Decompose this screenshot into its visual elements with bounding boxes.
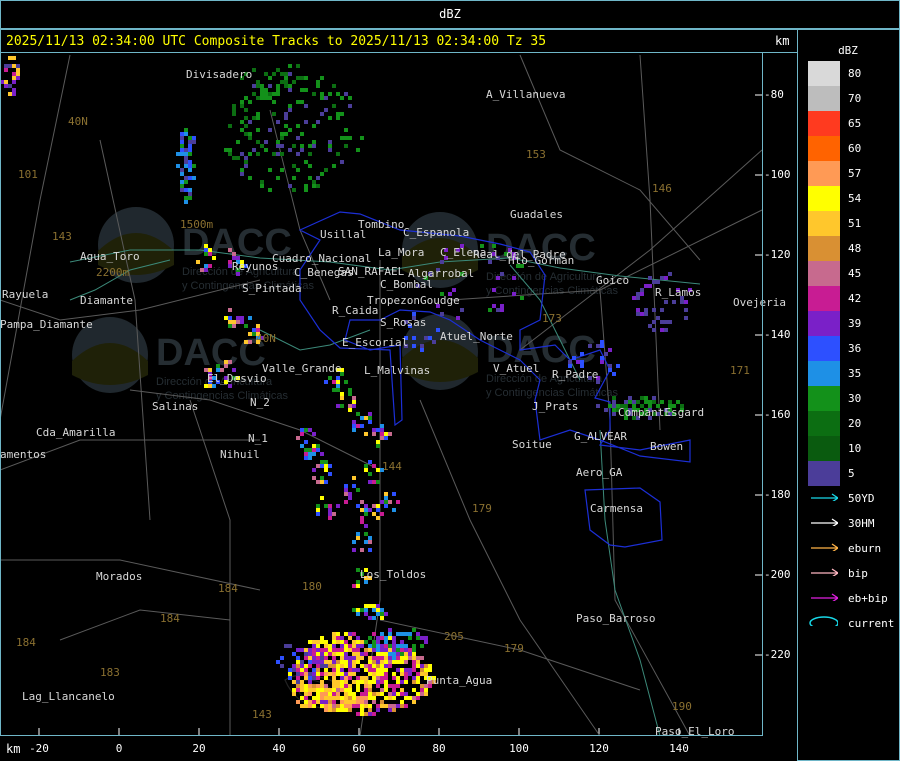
track-swatch-eburn bbox=[811, 543, 838, 551]
legend-swatch-60 bbox=[808, 136, 840, 161]
track-swatch-ebbip bbox=[811, 593, 838, 601]
track-swatch-30HM bbox=[811, 518, 838, 526]
x-tick-label: 80 bbox=[432, 742, 446, 755]
y-tick-label: -120 bbox=[764, 248, 791, 261]
legend-swatch-20 bbox=[808, 411, 840, 436]
x-tick-label: 0 bbox=[115, 742, 123, 755]
legend-swatch-45 bbox=[808, 261, 840, 286]
track-swatch-50YD bbox=[811, 493, 838, 501]
legend-swatch-39 bbox=[808, 311, 840, 336]
km-label-bottom: km bbox=[6, 742, 21, 756]
map-frame bbox=[0, 52, 763, 736]
legend-level-10: 10 bbox=[848, 442, 862, 455]
legend-level-70: 70 bbox=[848, 92, 862, 105]
legend-swatch-42 bbox=[808, 286, 840, 311]
legend-level-57: 57 bbox=[848, 167, 862, 180]
legend-swatch-51 bbox=[808, 211, 840, 236]
track-label-current: current bbox=[848, 617, 895, 630]
legend-swatch-5 bbox=[808, 461, 840, 486]
legend-swatch-35 bbox=[808, 361, 840, 386]
x-tick-label: 120 bbox=[589, 742, 609, 755]
legend-level-60: 60 bbox=[848, 142, 862, 155]
x-tick-label: -20 bbox=[29, 742, 49, 755]
radar-composite-viewer: { "window": { "units_title": "dBZ" }, "m… bbox=[0, 0, 900, 761]
legend-level-30: 30 bbox=[848, 392, 862, 405]
legend-level-54: 54 bbox=[848, 192, 862, 205]
x-tick-label: 20 bbox=[192, 742, 206, 755]
y-tick-label: -180 bbox=[764, 488, 791, 501]
y-tick-label: -220 bbox=[764, 648, 791, 661]
x-tick-label: 60 bbox=[352, 742, 366, 755]
legend-swatch-10 bbox=[808, 436, 840, 461]
track-label-30HM: 30HM bbox=[848, 517, 875, 530]
legend-swatch-48 bbox=[808, 236, 840, 261]
legend-swatch-54 bbox=[808, 186, 840, 211]
y-tick-label: -200 bbox=[764, 568, 791, 581]
legend-swatch-70 bbox=[808, 86, 840, 111]
track-label-bip: bip bbox=[848, 567, 868, 580]
track-label-ebbip: eb+bip bbox=[848, 592, 888, 605]
track-swatch-bip bbox=[811, 568, 838, 576]
legend-swatch-57 bbox=[808, 161, 840, 186]
legend-level-35: 35 bbox=[848, 367, 862, 380]
legend-level-65: 65 bbox=[848, 117, 862, 130]
legend-level-20: 20 bbox=[848, 417, 862, 430]
legend-level-51: 51 bbox=[848, 217, 862, 230]
legend-swatch-36 bbox=[808, 336, 840, 361]
y-tick-label: -100 bbox=[764, 168, 791, 181]
legend-swatch-65 bbox=[808, 111, 840, 136]
legend-level-80: 80 bbox=[848, 67, 862, 80]
legend-level-42: 42 bbox=[848, 292, 862, 305]
y-tick-label: -80 bbox=[764, 88, 784, 101]
legend-title: dBZ bbox=[838, 44, 858, 57]
x-tick-label: 40 bbox=[272, 742, 286, 755]
legend-level-48: 48 bbox=[848, 242, 862, 255]
track-label-50YD: 50YD bbox=[848, 492, 875, 505]
x-tick-label: 100 bbox=[509, 742, 529, 755]
legend-level-39: 39 bbox=[848, 317, 862, 330]
legend-level-5: 5 bbox=[848, 467, 855, 480]
legend-level-36: 36 bbox=[848, 342, 862, 355]
legend-swatch-30 bbox=[808, 386, 840, 411]
x-tick-label: 140 bbox=[669, 742, 689, 755]
y-tick-label: -140 bbox=[764, 328, 791, 341]
legend-level-45: 45 bbox=[848, 267, 862, 280]
legend-swatch-80 bbox=[808, 61, 840, 86]
y-tick-label: -160 bbox=[764, 408, 791, 421]
track-label-eburn: eburn bbox=[848, 542, 882, 555]
track-swatch-current bbox=[809, 616, 838, 626]
